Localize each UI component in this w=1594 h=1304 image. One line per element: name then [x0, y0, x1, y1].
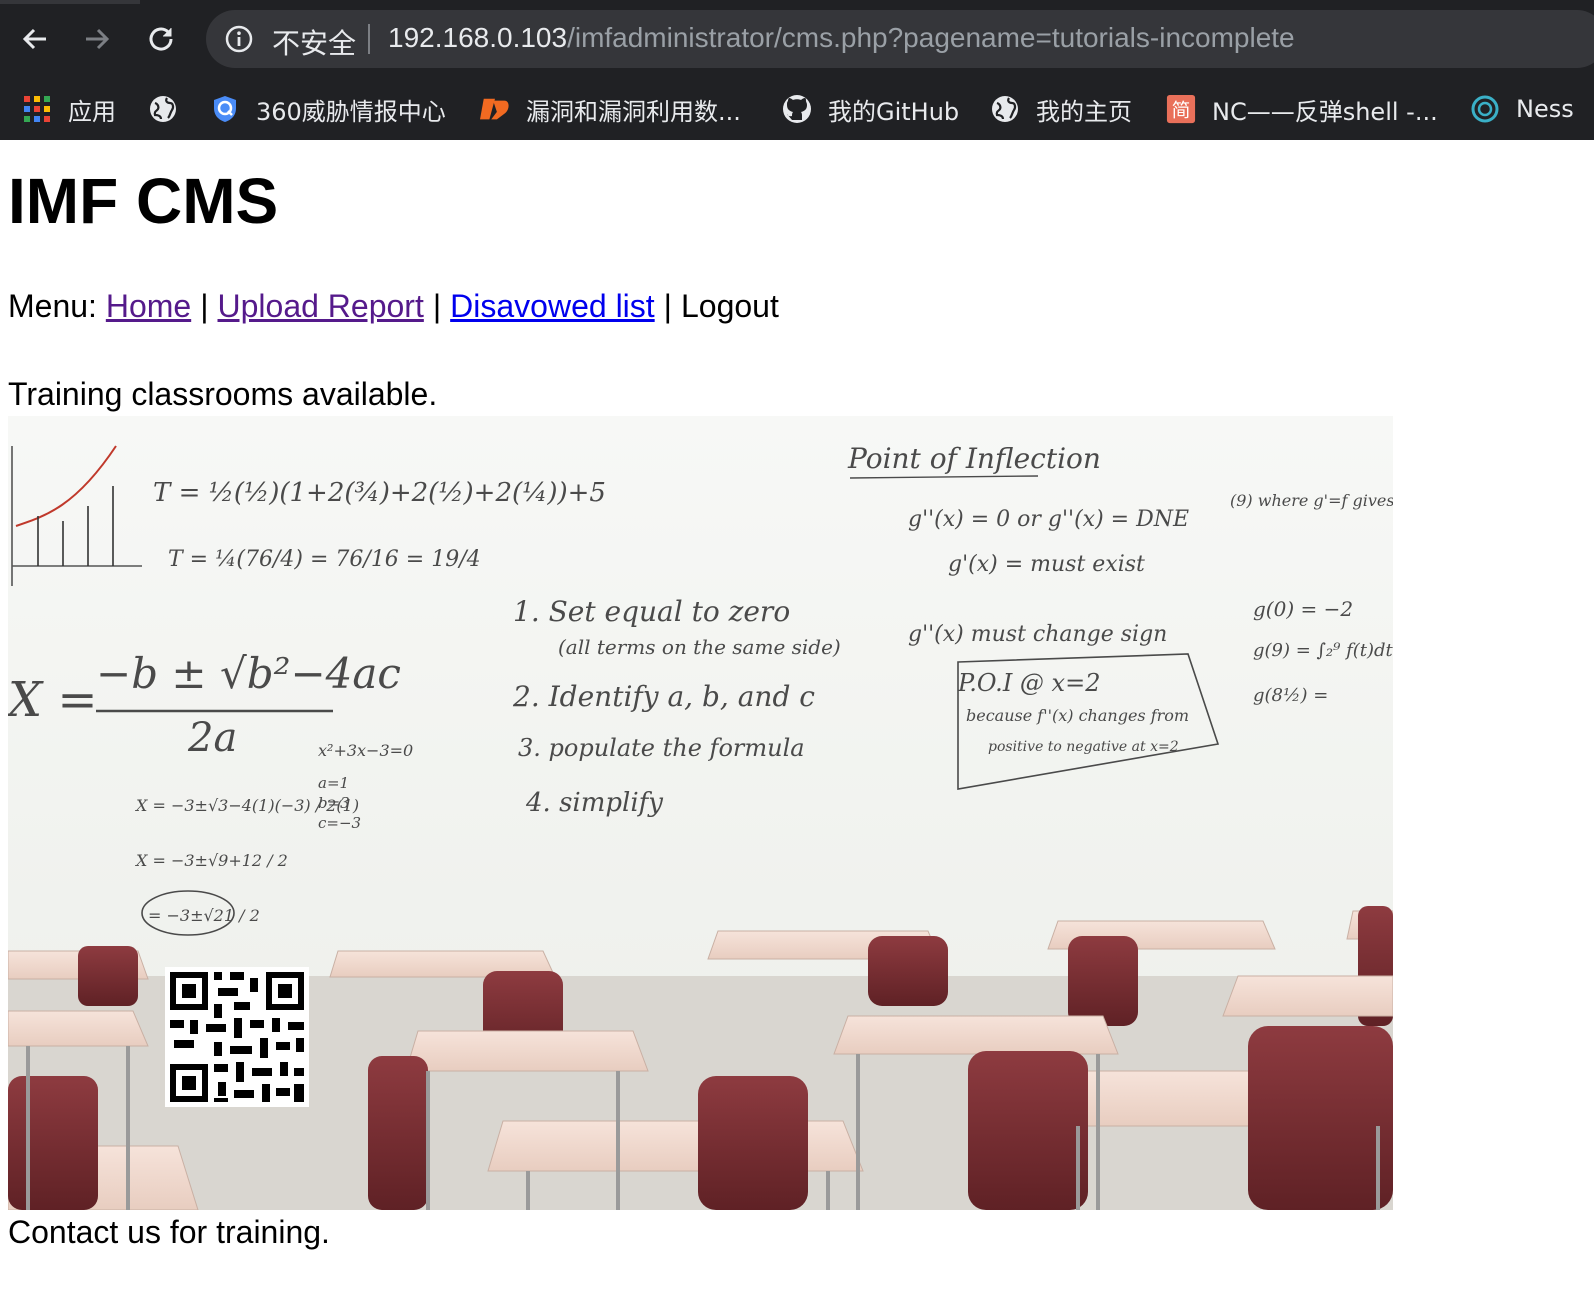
qr-code [165, 967, 309, 1107]
menu-item-logout: Logout [680, 288, 779, 324]
whiteboard-right-line: (9) where g'=f gives [1230, 491, 1393, 510]
jianshu-icon: 简 [1166, 94, 1196, 124]
whiteboard-step: 4. simplify [525, 788, 663, 818]
whiteboard-right-line: g(9) = ∫₂⁹ f(t)dt [1253, 640, 1393, 661]
browser-toolbar: 不安全 192.168.0.103/imfadministrator/cms.p… [0, 0, 1594, 78]
back-button[interactable] [14, 18, 56, 60]
menu-separator: | [663, 288, 672, 324]
whiteboard-step: (all terms on the same side) [558, 635, 841, 659]
whiteboard-inflection-line: g''(x) must change sign [908, 622, 1167, 647]
reload-icon [149, 27, 173, 51]
bookmarks-bar: 应用 360威胁情报中心 漏洞和漏洞利用数... 我的GitHub 我的主页 简… [0, 78, 1594, 140]
bookmark-github[interactable]: 我的GitHub [782, 88, 959, 130]
whiteboard-formula-x: X = [8, 672, 98, 728]
exploit-db-icon [480, 94, 510, 124]
bookmark-label: 我的GitHub [828, 97, 960, 126]
svg-text:简: 简 [1172, 100, 1191, 122]
whiteboard-formula-bottom: 2a [187, 715, 237, 761]
whiteboard-inflection-line: g'(x) = must exist [948, 552, 1145, 577]
url-host: 192.168.0.103 [388, 22, 568, 53]
bookmark-globe[interactable] [148, 88, 194, 130]
forward-button[interactable] [76, 18, 118, 60]
bookmark-label: Ness [1516, 95, 1574, 123]
menu-link-upload-report[interactable]: Upload Report [218, 288, 424, 324]
github-icon [782, 94, 812, 124]
whiteboard-quad-line: c=−3 [318, 814, 361, 832]
whiteboard-quad-line: a=1 [318, 774, 349, 792]
page-content: IMF CMS Menu: Home | Upload Report | Disavow… [0, 140, 1594, 1304]
whiteboard-inflection-line: positive to negative at x=2 [988, 739, 1179, 755]
forward-arrow-icon [86, 28, 110, 50]
menu-separator: | [200, 288, 209, 324]
reload-button[interactable] [140, 18, 182, 60]
address-bar[interactable]: 不安全 192.168.0.103/imfadministrator/cms.p… [206, 10, 1594, 68]
whiteboard-step: 3. populate the formula [518, 734, 805, 762]
bookmark-apps[interactable]: 应用 [22, 88, 116, 130]
whiteboard-inflection-line: g''(x) = 0 or g''(x) = DNE [908, 507, 1189, 532]
whiteboard-heading: Point of Inflection [847, 442, 1101, 475]
omnibox-divider [368, 24, 370, 54]
bookmark-label: 应用 [68, 97, 116, 126]
bookmark-nessus[interactable]: Ness [1470, 88, 1574, 130]
nessus-icon [1470, 94, 1500, 124]
browser-chrome: 不安全 192.168.0.103/imfadministrator/cms.p… [0, 0, 1594, 140]
url-path: /imfadministrator/cms.php?pagename=tutor… [567, 22, 1295, 53]
360-shield-icon [210, 94, 240, 124]
globe-icon [990, 94, 1020, 124]
menu-prefix: Menu: [8, 288, 97, 324]
whiteboard-solve-line: = −3±√21 / 2 [148, 906, 260, 925]
url-text[interactable]: 192.168.0.103/imfadministrator/cms.php?p… [388, 22, 1295, 54]
whiteboard-solve-line: X = −3±√3−4(1)(−3) / 2(1) [134, 796, 359, 815]
whiteboard-formula-top: −b ± √b²−4ac [96, 649, 401, 698]
whiteboard-right-line: g(8½) = [1253, 685, 1328, 706]
whiteboard-quad-line: x²+3x−3=0 [318, 741, 413, 760]
whiteboard-step: 2. Identify a, b, and c [512, 680, 815, 713]
whiteboard-right-line: g(0) = −2 [1253, 597, 1353, 621]
bookmark-360-threat-intel[interactable]: 360威胁情报中心 [210, 88, 446, 130]
bookmark-homepage[interactable]: 我的主页 [990, 88, 1132, 130]
menu-separator: | [432, 288, 442, 324]
apps-grid-icon [22, 94, 52, 124]
whiteboard-trapezoid-line: T = ¼(76/4) = 76/16 = 19/4 [168, 547, 481, 572]
menu-link-home[interactable]: Home [106, 288, 191, 324]
page-title: IMF CMS [8, 165, 279, 237]
intro-text: Training classrooms available. [8, 376, 438, 412]
bookmark-label: 漏洞和漏洞利用数... [526, 97, 741, 126]
bookmark-exploit-db[interactable]: 漏洞和漏洞利用数... [480, 88, 741, 130]
menu-link-disavowed-list[interactable]: Disavowed list [450, 288, 655, 324]
info-icon[interactable] [224, 24, 254, 54]
main-menu: Menu: Home | Upload Report | Disavowed list |… [8, 288, 779, 325]
bookmark-label: NC——反弹shell -... [1212, 97, 1438, 126]
globe-icon [148, 94, 178, 124]
whiteboard-inflection-line: P.O.I @ x=2 [957, 669, 1100, 697]
whiteboard-solve-line: X = −3±√9+12 / 2 [134, 851, 288, 870]
bookmark-nc-reverse-shell[interactable]: 简 NC——反弹shell -... [1166, 88, 1438, 130]
whiteboard-inflection-line: because f''(x) changes from [966, 706, 1189, 725]
security-status-label[interactable]: 不安全 [272, 22, 356, 62]
whiteboard-trapezoid-line: T = ½(½)(1+2(¾)+2(½)+2(¼))+5 [153, 478, 606, 508]
classroom-image: T = ½(½)(1+2(¾)+2(½)+2(¼))+5 T = ¼(76/4)… [8, 416, 1393, 1210]
whiteboard-step: 1. Set equal to zero [513, 595, 790, 628]
contact-text: Contact us for training. [8, 1214, 330, 1250]
bookmark-label: 360威胁情报中心 [256, 97, 446, 126]
bookmark-label: 我的主页 [1036, 97, 1132, 126]
back-arrow-icon [22, 28, 46, 50]
